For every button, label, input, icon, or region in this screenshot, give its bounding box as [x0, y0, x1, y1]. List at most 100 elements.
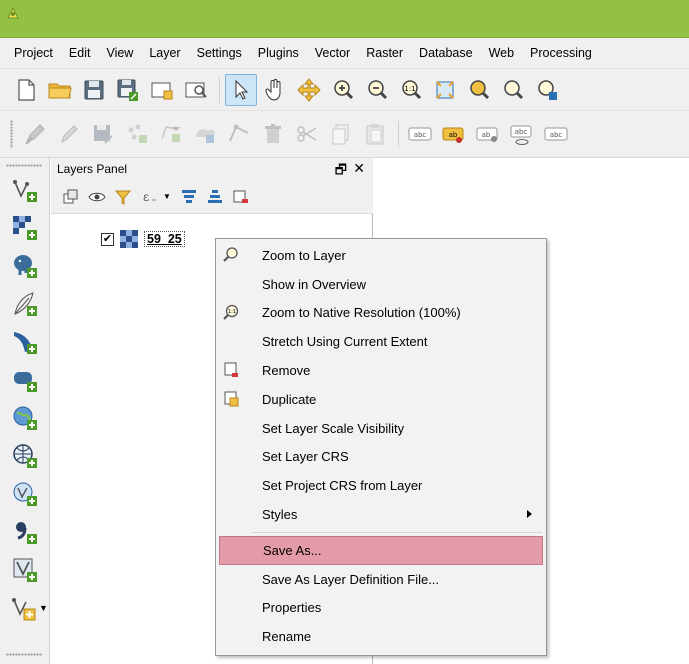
- zoom-full-extent-icon: [436, 80, 454, 99]
- filter-legend-button[interactable]: [111, 185, 135, 209]
- current-edits-button[interactable]: [19, 118, 51, 150]
- add-mssql-layer-button[interactable]: [9, 326, 41, 358]
- add-wms-layer-button[interactable]: [9, 402, 41, 434]
- add-spatialite-layer-button[interactable]: [9, 288, 41, 320]
- toolbar-grip[interactable]: [6, 653, 42, 656]
- add-vector-layer-button[interactable]: [9, 174, 41, 206]
- qgis-logo-icon: [7, 6, 19, 19]
- collapse-all-button[interactable]: [203, 185, 227, 209]
- layer-tree-row[interactable]: ✔ 59_25: [101, 228, 185, 250]
- menu-item-save-as[interactable]: Save As...: [219, 535, 543, 565]
- new-project-button[interactable]: [10, 74, 42, 106]
- zoom-last-button[interactable]: [531, 74, 563, 106]
- menu-item-styles[interactable]: Styles: [216, 500, 546, 529]
- remove-layer-button[interactable]: [229, 185, 253, 209]
- layer-styling-button[interactable]: [59, 185, 83, 209]
- node-tool-button[interactable]: [223, 118, 255, 150]
- zoom-out-button[interactable]: [361, 74, 393, 106]
- menu-item-rename[interactable]: Rename: [216, 622, 546, 651]
- copy-features-button[interactable]: [325, 118, 357, 150]
- menu-plugins[interactable]: Plugins: [250, 38, 307, 68]
- menu-item-set-project-crs[interactable]: Set Project CRS from Layer: [216, 471, 546, 500]
- add-db2-layer-button[interactable]: [9, 364, 41, 396]
- menu-item-save-layer-definition[interactable]: Save As Layer Definition File...: [216, 565, 546, 594]
- layer-name[interactable]: 59_25: [144, 231, 185, 247]
- menu-item-set-layer-crs[interactable]: Set Layer CRS: [216, 443, 546, 472]
- add-wfs-layer-button[interactable]: [9, 478, 41, 510]
- pan-to-selection-button[interactable]: [293, 74, 325, 106]
- paste-features-button[interactable]: [359, 118, 391, 150]
- menu-vector[interactable]: Vector: [307, 38, 358, 68]
- menu-processing[interactable]: Processing: [522, 38, 600, 68]
- svg-text:ε: ε: [143, 190, 149, 204]
- vertex-tool-button[interactable]: [155, 118, 187, 150]
- new-print-layout-button[interactable]: [146, 74, 178, 106]
- layers-panel-header: Layers Panel 🗗 ✕: [51, 158, 373, 180]
- digitizing-toolbar: abc ab ab abc abc: [0, 110, 689, 158]
- add-feature-button[interactable]: [121, 118, 153, 150]
- add-delimited-text-layer-button[interactable]: [9, 516, 41, 548]
- expand-all-button[interactable]: [177, 185, 201, 209]
- layer-visibility-checkbox[interactable]: ✔: [101, 232, 114, 246]
- save-disk-icon: [84, 80, 104, 99]
- menu-item-zoom-to-layer[interactable]: Zoom to Layer: [216, 241, 546, 270]
- layer-labeling-button[interactable]: abc: [404, 118, 436, 150]
- menu-item-duplicate[interactable]: Duplicate: [216, 385, 546, 414]
- open-project-button[interactable]: [44, 74, 76, 106]
- menu-edit[interactable]: Edit: [61, 38, 99, 68]
- menu-item-label: Properties: [262, 600, 322, 616]
- node-tool-icon: [229, 124, 249, 142]
- postgis-elephant-icon: [14, 255, 37, 278]
- pan-map-button[interactable]: [225, 73, 257, 106]
- zoom-full-button[interactable]: [429, 74, 461, 106]
- delete-selected-button[interactable]: [257, 118, 289, 150]
- toolbar-grip[interactable]: [6, 164, 42, 167]
- zoom-to-layer-button[interactable]: [497, 74, 529, 106]
- pan-hand-button[interactable]: [259, 74, 291, 106]
- cut-features-button[interactable]: [291, 118, 323, 150]
- menu-item-show-in-overview[interactable]: Show in Overview: [216, 270, 546, 299]
- pin-labels-button[interactable]: ab: [438, 118, 470, 150]
- rotate-label-button[interactable]: abc: [540, 118, 572, 150]
- menu-item-stretch-current-extent[interactable]: Stretch Using Current Extent: [216, 327, 546, 356]
- toolbar-separator: [219, 76, 220, 103]
- add-virtual-layer-button[interactable]: [9, 554, 41, 586]
- close-panel-icon[interactable]: ✕: [353, 160, 365, 177]
- menu-web[interactable]: Web: [481, 38, 522, 68]
- filter-by-expression-button[interactable]: ε: [137, 185, 161, 209]
- menu-item-set-scale-visibility[interactable]: Set Layer Scale Visibility: [216, 414, 546, 443]
- move-label-button[interactable]: abc: [506, 118, 538, 150]
- menu-view[interactable]: View: [98, 38, 141, 68]
- zoom-actual-size-button[interactable]: 1:1: [395, 74, 427, 106]
- menu-item-zoom-native-resolution[interactable]: 1:1 Zoom to Native Resolution (100%): [216, 299, 546, 328]
- zoom-to-selection-button[interactable]: [463, 74, 495, 106]
- add-wcs-layer-button[interactable]: [9, 440, 41, 472]
- menu-item-properties[interactable]: Properties: [216, 594, 546, 623]
- new-layer-dropdown-button[interactable]: ▼: [9, 592, 49, 624]
- toggle-editing-button[interactable]: [53, 118, 85, 150]
- menu-database[interactable]: Database: [411, 38, 481, 68]
- label-visibility-icon: ab: [476, 127, 498, 142]
- manage-map-themes-button[interactable]: [85, 185, 109, 209]
- save-as-project-button[interactable]: [112, 74, 144, 106]
- show-hide-labels-button[interactable]: ab: [472, 118, 504, 150]
- menu-item-remove[interactable]: Remove: [216, 356, 546, 385]
- save-layer-edits-button[interactable]: [87, 118, 119, 150]
- toolbar-grip[interactable]: [10, 120, 13, 148]
- pencil-edits-icon: [25, 124, 45, 145]
- menu-settings[interactable]: Settings: [189, 38, 250, 68]
- menu-raster[interactable]: Raster: [358, 38, 411, 68]
- move-feature-button[interactable]: [189, 118, 221, 150]
- funnel-filter-icon: [114, 190, 132, 205]
- add-postgis-layer-button[interactable]: [9, 250, 41, 282]
- collapse-all-icon: [207, 189, 222, 203]
- save-project-button[interactable]: [78, 74, 110, 106]
- remove-layer-icon: [224, 362, 238, 378]
- zoom-in-button[interactable]: [327, 74, 359, 106]
- add-raster-layer-button[interactable]: [9, 212, 41, 244]
- dropdown-caret-icon[interactable]: ▼: [163, 192, 171, 201]
- submenu-arrow-icon: [527, 510, 532, 519]
- menu-layer[interactable]: Layer: [141, 38, 188, 68]
- menu-project[interactable]: Project: [6, 38, 61, 68]
- layout-manager-button[interactable]: [180, 74, 212, 106]
